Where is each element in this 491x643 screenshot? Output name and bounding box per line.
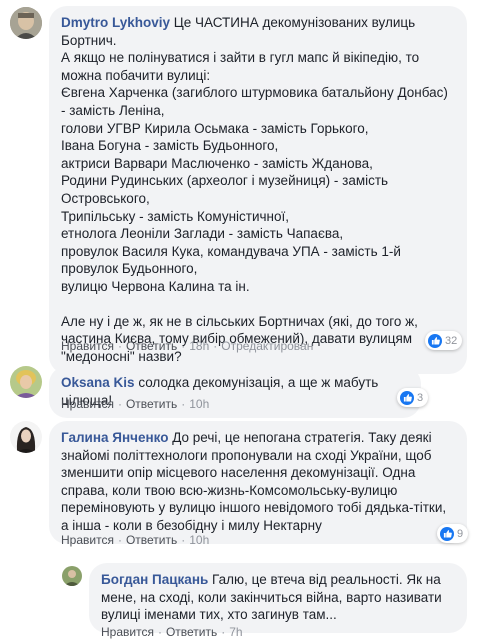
reply-link[interactable]: Ответить	[126, 339, 177, 353]
comment-bubble: Богдан Пацкань Галю, це втеча від реальн…	[89, 563, 467, 633]
like-link[interactable]: Нравится	[61, 339, 114, 353]
like-icon	[440, 526, 454, 541]
comment-actions: Нравится · Ответить · 18h · Отредактирован	[61, 339, 314, 353]
timestamp[interactable]: 10h	[189, 533, 209, 547]
edited-label[interactable]: Отредактирован	[221, 339, 313, 353]
reply-link[interactable]: Ответить	[126, 397, 177, 411]
reactions-badge[interactable]: 9	[437, 524, 469, 543]
comment-actions: Нравится · Ответить · 10h	[61, 397, 210, 411]
reactions-count: 9	[457, 527, 464, 540]
comment-bubble: Dmytro Lykhoviy Це ЧАСТИНА декомунізован…	[49, 6, 467, 375]
like-link[interactable]: Нравится	[101, 625, 154, 639]
reactions-badge[interactable]: 32	[425, 331, 463, 350]
comment-text: До речі, це непогана стратегія. Таку дея…	[61, 430, 447, 533]
avatar[interactable]	[10, 366, 42, 398]
comment-author[interactable]: Богдан Пацкань	[101, 572, 208, 587]
timestamp[interactable]: 7h	[229, 625, 242, 639]
like-icon	[428, 333, 442, 348]
timestamp[interactable]: 10h	[189, 397, 209, 411]
avatar[interactable]	[10, 421, 42, 453]
like-icon	[400, 390, 414, 405]
timestamp[interactable]: 18h	[189, 339, 209, 353]
reactions-count: 3	[417, 391, 424, 404]
comment-author[interactable]: Dmytro Lykhoviy	[61, 15, 170, 30]
reactions-count: 32	[445, 334, 458, 347]
comment-actions: Нравится · Ответить · 7h	[101, 625, 243, 639]
avatar[interactable]	[10, 7, 42, 39]
like-link[interactable]: Нравится	[61, 397, 114, 411]
reactions-badge[interactable]: 3	[397, 388, 429, 407]
reply-link[interactable]: Ответить	[126, 533, 177, 547]
like-link[interactable]: Нравится	[61, 533, 114, 547]
avatar[interactable]	[62, 566, 82, 586]
comment-bubble: Галина Янченко До речі, це непогана стра…	[49, 421, 467, 544]
comment-author[interactable]: Галина Янченко	[61, 430, 168, 445]
comment-text: Це ЧАСТИНА декомунізованих вулиць Бортни…	[61, 15, 448, 294]
reply-link[interactable]: Ответить	[166, 625, 217, 639]
comment-author[interactable]: Oksana Kis	[61, 375, 135, 390]
comment-actions: Нравится · Ответить · 10h	[61, 533, 210, 547]
